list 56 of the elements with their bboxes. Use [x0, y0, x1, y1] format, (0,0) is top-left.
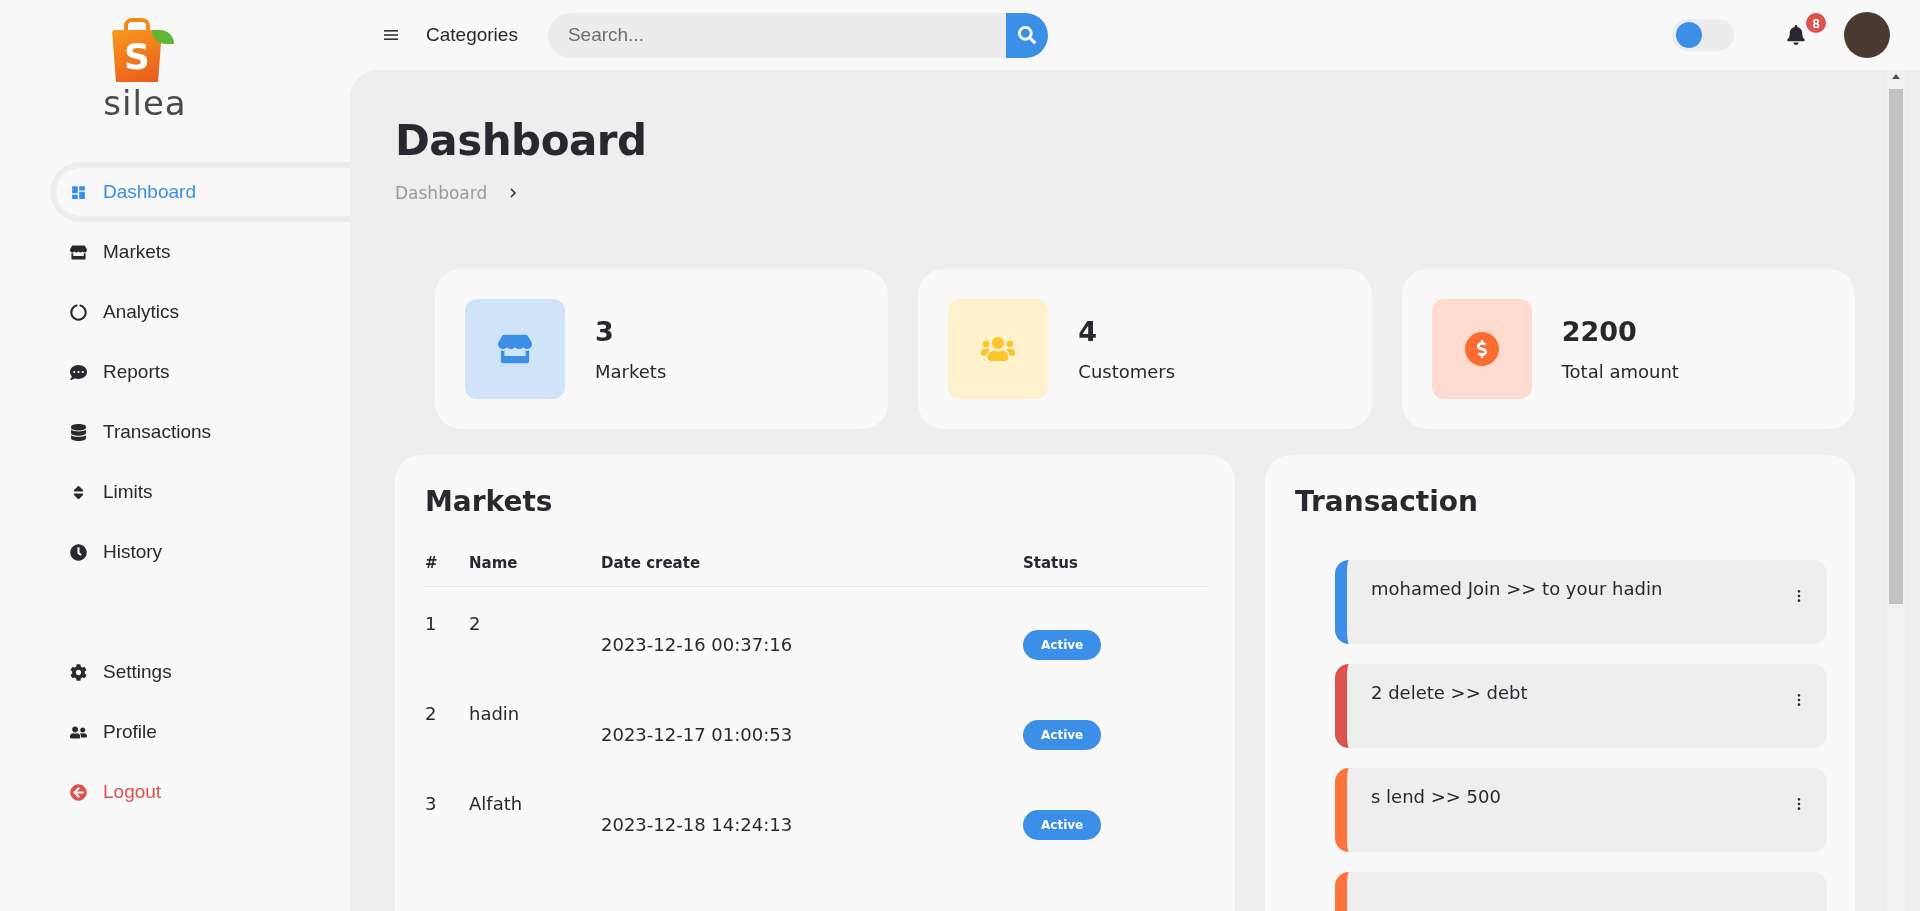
settings-icon [70, 663, 87, 681]
status-badge: Active [1023, 719, 1102, 750]
notifications-button[interactable] [1786, 25, 1806, 45]
sidebar-item[interactable]: Analytics [50, 282, 350, 342]
theme-toggle[interactable] [1672, 19, 1734, 51]
logo-text: silea [103, 86, 187, 120]
categories-button[interactable]: Categories [426, 24, 518, 46]
store-icon [70, 243, 87, 261]
chevron-right-icon [509, 188, 518, 198]
sidebar-item[interactable]: Transactions [50, 402, 350, 462]
clock-icon [70, 543, 87, 561]
table-cell-text: 2 [425, 701, 438, 726]
table-cell: 2023-12-18 14:24:13 [601, 766, 1023, 857]
sidebar-item[interactable]: Markets [50, 222, 350, 282]
table-cell: 2 [469, 586, 601, 677]
transaction-text: mohamed Join >> to your hadin [1371, 578, 1663, 599]
table-cell: 3 [425, 766, 469, 857]
table-cell-text: Alfath [469, 791, 524, 816]
stat-label: Customers [1078, 361, 1176, 382]
menu-icon [384, 29, 398, 41]
sidebar-item[interactable]: Logout [50, 762, 350, 822]
transaction-text: 2 delete >> debt [1371, 682, 1528, 703]
table-cell: 2023-12-17 01:00:53 [601, 676, 1023, 767]
table-cell-text: hadin [469, 701, 521, 726]
donut-icon [70, 303, 87, 321]
status-badge: Active [1023, 809, 1102, 840]
sidebar-item[interactable]: Profile [50, 702, 350, 762]
status-badge: Active [1023, 629, 1102, 660]
avatar[interactable] [1844, 12, 1890, 58]
page-title: Dashboard [395, 116, 648, 165]
sidebar-item[interactable]: Reports [50, 342, 350, 402]
bell-icon [1786, 25, 1806, 45]
stat-label: Markets [595, 361, 667, 382]
sidebar-item[interactable]: Settings [50, 642, 350, 702]
panel-title: Markets [425, 485, 554, 518]
transaction-text: s lend >> 500 [1371, 786, 1501, 807]
sidebar-item[interactable]: Limits [50, 462, 350, 522]
search-icon [1017, 26, 1036, 44]
notification-count: 8 [1806, 13, 1826, 33]
sidebar-item[interactable]: History [50, 522, 350, 582]
grid-icon [70, 183, 87, 201]
column-header: Date create [601, 554, 1023, 587]
table-cell: 1 [425, 586, 469, 677]
search-button[interactable] [1005, 12, 1048, 58]
column-header: Status [1023, 554, 1207, 587]
stat-label: Total amount [1561, 361, 1679, 382]
database-icon [70, 423, 87, 441]
chat-icon [70, 363, 87, 381]
stat-value: 4 [1078, 316, 1099, 347]
panel-title: Transaction [1295, 485, 1479, 518]
stat-value: 2200 [1561, 316, 1638, 347]
search-field[interactable]: Search... [547, 12, 1006, 58]
column-header: Name [469, 554, 601, 587]
table-cell: 2023-12-16 00:37:16 [601, 586, 1023, 677]
column-header: # [425, 554, 469, 587]
stat-value: 3 [595, 316, 615, 347]
